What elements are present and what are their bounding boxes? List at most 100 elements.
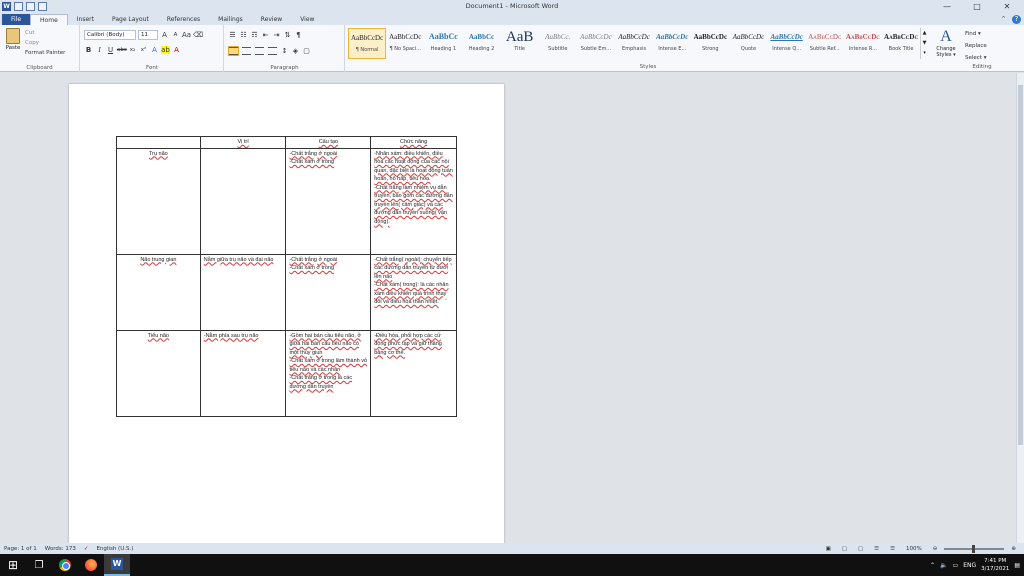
- language-indicator[interactable]: English (U.S.): [92, 546, 137, 552]
- zoom-slider[interactable]: [944, 544, 1005, 553]
- style-heading-1[interactable]: AaBbCc Heading 1: [424, 28, 462, 59]
- table-cell-part[interactable]: Não trung gian: [116, 253, 201, 331]
- table-cell-function[interactable]: -Chất trắng( ngoài): chuyển tiếp các đườ…: [370, 253, 457, 331]
- zoom-in-icon[interactable]: ⊕: [1007, 546, 1020, 552]
- tab-mailings[interactable]: Mailings: [209, 14, 252, 25]
- style-normal[interactable]: AaBbCcDc ¶ Normal: [348, 28, 387, 59]
- tab-home[interactable]: Home: [30, 14, 68, 25]
- tab-insert[interactable]: Insert: [68, 14, 103, 25]
- style-intense-reference[interactable]: AaBbCcDc Intense R...: [844, 28, 882, 59]
- save-icon[interactable]: [14, 2, 23, 11]
- network-icon[interactable]: ▭: [953, 562, 959, 569]
- replace-button[interactable]: Replace: [965, 40, 987, 52]
- vertical-scrollbar[interactable]: [1016, 73, 1024, 543]
- table-header-cell[interactable]: Chức năng: [370, 136, 457, 149]
- more-styles-icon[interactable]: ▾: [921, 48, 928, 58]
- text-effects-icon[interactable]: A: [150, 46, 159, 54]
- word-taskbar-button[interactable]: W: [104, 554, 130, 576]
- multilevel-list-icon[interactable]: ☶: [250, 31, 259, 39]
- italic-icon[interactable]: I: [95, 46, 104, 54]
- scrollbar-thumb[interactable]: [1018, 85, 1023, 445]
- clear-formatting-icon[interactable]: ⌫: [193, 31, 203, 39]
- tab-review[interactable]: Review: [252, 14, 291, 25]
- font-size-select[interactable]: 11: [138, 30, 158, 40]
- highlight-icon[interactable]: ab: [161, 46, 170, 54]
- tab-references[interactable]: References: [158, 14, 209, 25]
- align-right-icon[interactable]: [255, 47, 264, 55]
- show-formatting-icon[interactable]: ¶: [294, 31, 303, 39]
- style-title[interactable]: AaB Title: [501, 28, 539, 59]
- select-button[interactable]: Select ▾: [965, 52, 987, 64]
- help-icon[interactable]: ?: [1012, 14, 1021, 24]
- tab-file[interactable]: File: [2, 14, 31, 25]
- style-intense-quote[interactable]: AaBbCcDc Intense Q...: [768, 28, 806, 59]
- table-cell-structure[interactable]: -Chất trắng ở ngoài -Chất xám ở trong: [285, 147, 372, 255]
- format-painter-button[interactable]: Format Painter: [25, 48, 65, 58]
- justify-icon[interactable]: [268, 47, 277, 55]
- chevron-up-icon[interactable]: ▲: [921, 28, 928, 38]
- cut-button[interactable]: Cut: [25, 28, 65, 38]
- style-intense-emphasis[interactable]: AaBbCcDc Intense E...: [653, 28, 691, 59]
- grow-font-icon[interactable]: A: [160, 31, 169, 39]
- maximize-button[interactable]: □: [962, 0, 992, 13]
- font-color-icon[interactable]: A: [172, 46, 181, 54]
- superscript-icon[interactable]: x²: [139, 47, 148, 53]
- font-family-select[interactable]: Calibri (Body): [84, 30, 136, 40]
- change-styles-button[interactable]: A Change Styles ▾: [932, 28, 960, 58]
- table-header-cell[interactable]: Cấu tạo: [285, 136, 372, 149]
- undo-icon[interactable]: [26, 2, 35, 11]
- table-cell-part[interactable]: Trụ não: [116, 147, 201, 255]
- style-subtle-emphasis[interactable]: AaBbCcDc Subtle Em...: [577, 28, 615, 59]
- table-cell-function[interactable]: -Nhân xám: điều khiển, điều hòa các hoạt…: [370, 147, 457, 255]
- redo-icon[interactable]: [38, 2, 47, 11]
- style-emphasis[interactable]: AaBbCcDc Emphasis: [615, 28, 653, 59]
- tray-chevron-icon[interactable]: ⌃: [930, 562, 935, 569]
- style-heading-2[interactable]: AaBbCc Heading 2: [462, 28, 500, 59]
- zoom-level[interactable]: 100%: [902, 546, 926, 552]
- word-app-icon[interactable]: W: [2, 2, 11, 11]
- table-header-cell[interactable]: [116, 136, 201, 149]
- find-button[interactable]: Find ▾: [965, 28, 987, 40]
- proofing-icon[interactable]: ✓: [80, 546, 93, 552]
- strikethrough-icon[interactable]: abc: [117, 47, 127, 53]
- zoom-out-icon[interactable]: ⊖: [929, 546, 942, 552]
- numbering-icon[interactable]: ☷: [239, 31, 248, 39]
- outline-view-icon[interactable]: ☰: [870, 546, 883, 552]
- draft-view-icon[interactable]: ☰: [886, 546, 899, 552]
- subscript-icon[interactable]: x₂: [128, 47, 137, 53]
- bold-icon[interactable]: B: [84, 46, 93, 54]
- table-cell-function[interactable]: -Điều hòa, phối hợp các cử động phức tạp…: [370, 329, 457, 417]
- input-language[interactable]: ENG: [963, 562, 976, 569]
- bullets-icon[interactable]: ☰: [228, 31, 237, 39]
- chevron-down-icon[interactable]: ▼: [921, 38, 928, 48]
- close-button[interactable]: ✕: [992, 0, 1022, 13]
- web-layout-view-icon[interactable]: ▢: [854, 546, 867, 552]
- style-book-title[interactable]: AaBbCcDc Book Title: [882, 28, 920, 59]
- style-strong[interactable]: AaBbCcDc Strong: [691, 28, 729, 59]
- line-spacing-icon[interactable]: ↕: [280, 47, 289, 55]
- table-cell-position[interactable]: Nằm giữa trụ não và đại não: [199, 253, 287, 331]
- table-cell-structure[interactable]: -Gồm hai bán cầu tiểu não, ở giữa hai bá…: [285, 329, 372, 417]
- table-cell-part[interactable]: Tiểu não: [116, 329, 201, 417]
- underline-icon[interactable]: U: [106, 46, 115, 54]
- shading-icon[interactable]: ◈: [291, 47, 300, 55]
- table-cell-structure[interactable]: -Chất trắng ở ngoài -Chất xám ở trong: [285, 253, 372, 331]
- task-view-button[interactable]: ❐: [26, 554, 52, 576]
- firefox-taskbar-button[interactable]: [78, 554, 104, 576]
- word-count[interactable]: Words: 173: [41, 546, 80, 552]
- change-case-icon[interactable]: Aa: [182, 31, 191, 39]
- start-button[interactable]: ⊞: [0, 554, 26, 576]
- table-cell-position[interactable]: [199, 147, 287, 255]
- paste-button[interactable]: Paste: [4, 28, 22, 56]
- print-layout-view-icon[interactable]: ▣: [822, 546, 835, 552]
- tab-view[interactable]: View: [291, 14, 323, 25]
- zoom-slider-thumb[interactable]: [972, 544, 976, 553]
- style-quote[interactable]: AaBbCcDc Quote: [729, 28, 767, 59]
- align-center-icon[interactable]: [242, 47, 251, 55]
- sort-icon[interactable]: ⇅: [283, 31, 292, 39]
- full-screen-view-icon[interactable]: ▢: [838, 546, 851, 552]
- borders-icon[interactable]: ▢: [302, 47, 311, 55]
- style-subtitle[interactable]: AaBbCc. Subtitle: [539, 28, 577, 59]
- style-no-spacing[interactable]: AaBbCcDc ¶ No Spaci...: [386, 28, 424, 59]
- shrink-font-icon[interactable]: A: [171, 32, 180, 38]
